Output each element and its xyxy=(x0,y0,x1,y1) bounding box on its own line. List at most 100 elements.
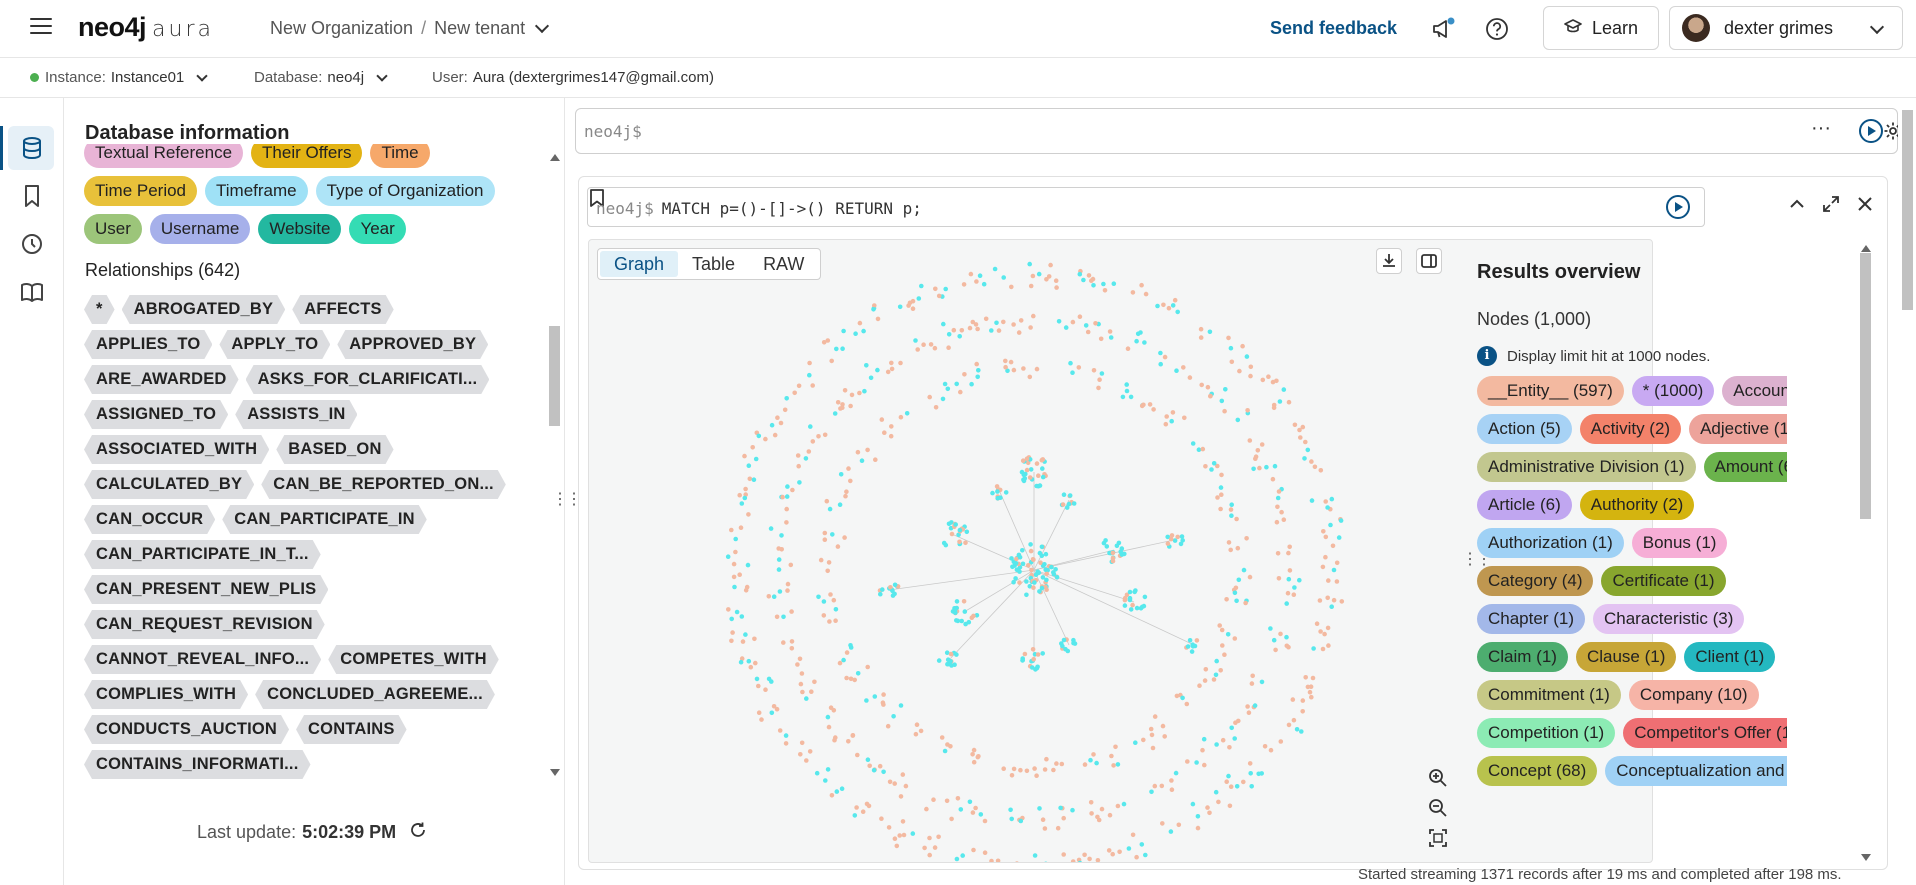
graph-node[interactable] xyxy=(1107,812,1113,818)
graph-node[interactable] xyxy=(1117,849,1122,855)
graph-node[interactable] xyxy=(849,392,855,398)
graph-node[interactable] xyxy=(978,812,984,817)
graph-node[interactable] xyxy=(859,458,865,463)
graph-node[interactable] xyxy=(1130,602,1135,608)
graph-node[interactable] xyxy=(1336,535,1342,540)
graph-node[interactable] xyxy=(810,383,815,388)
graph-node[interactable] xyxy=(1039,553,1045,559)
graph-node[interactable] xyxy=(828,592,833,597)
graph-node[interactable] xyxy=(1234,598,1239,604)
graph-node[interactable] xyxy=(989,328,994,333)
graph-node[interactable] xyxy=(891,714,896,719)
graph-node[interactable] xyxy=(746,658,752,664)
graph-node[interactable] xyxy=(946,521,952,527)
graph-node[interactable] xyxy=(1241,779,1246,785)
graph-node[interactable] xyxy=(872,694,878,699)
graph-node[interactable] xyxy=(832,411,838,416)
graph-node[interactable] xyxy=(1053,567,1058,572)
relationship-type-pill[interactable]: CANNOT_REVEAL_INFO... xyxy=(84,645,321,674)
graph-node[interactable] xyxy=(943,542,949,548)
graph-node[interactable] xyxy=(927,394,932,400)
megaphone-icon[interactable] xyxy=(1430,16,1456,42)
graph-node[interactable] xyxy=(1098,336,1104,342)
graph-node[interactable] xyxy=(1222,408,1227,414)
graph-node[interactable] xyxy=(737,572,742,577)
graph-node[interactable] xyxy=(1042,767,1048,772)
graph-node[interactable] xyxy=(1151,407,1156,412)
graph-node[interactable] xyxy=(1034,366,1040,372)
graph-node[interactable] xyxy=(871,767,877,773)
graph-node[interactable] xyxy=(1322,631,1327,637)
graph-node[interactable] xyxy=(771,594,777,599)
graph-node[interactable] xyxy=(1228,547,1233,553)
graph-node[interactable] xyxy=(809,689,814,694)
scrollbar-thumb[interactable] xyxy=(1860,253,1871,519)
relationship-type-pill[interactable]: APPLIES_TO xyxy=(84,330,212,359)
graph-node[interactable] xyxy=(1325,595,1330,601)
graph-node[interactable] xyxy=(1192,643,1198,649)
graph-node[interactable] xyxy=(1089,811,1094,816)
graph-node[interactable] xyxy=(781,640,786,645)
graph-node[interactable] xyxy=(885,369,891,375)
graph-node[interactable] xyxy=(840,402,845,407)
node-count-pill[interactable]: Bonus (1) xyxy=(1631,528,1728,558)
graph-node[interactable] xyxy=(789,609,794,614)
graph-node[interactable] xyxy=(928,342,934,347)
graph-node[interactable] xyxy=(1318,629,1323,634)
graph-node[interactable] xyxy=(1120,394,1126,400)
graph-node[interactable] xyxy=(837,502,843,508)
graph-node[interactable] xyxy=(897,304,903,310)
graph-node[interactable] xyxy=(1068,360,1073,366)
graph-node[interactable] xyxy=(1089,278,1094,283)
relationship-type-pill[interactable]: CAN_PRESENT_NEW_PLIS xyxy=(84,575,328,604)
graph-node[interactable] xyxy=(1321,529,1326,534)
graph-node[interactable] xyxy=(932,845,938,850)
node-label-pill[interactable]: Textual Reference xyxy=(84,144,244,168)
scroll-down-icon[interactable] xyxy=(550,769,560,776)
graph-node[interactable] xyxy=(1067,493,1073,498)
graph-node[interactable] xyxy=(1009,816,1014,822)
toggle-sidebar-button[interactable] xyxy=(1416,248,1442,274)
graph-node[interactable] xyxy=(1054,761,1059,766)
graph-node[interactable] xyxy=(915,347,920,352)
graph-node[interactable] xyxy=(1323,534,1329,540)
graph-node[interactable] xyxy=(784,520,789,525)
graph-node[interactable] xyxy=(1284,634,1289,640)
graph-node[interactable] xyxy=(1290,697,1296,702)
graph-node[interactable] xyxy=(865,447,870,453)
graph-node[interactable] xyxy=(1331,567,1337,573)
graph-node[interactable] xyxy=(1124,382,1129,387)
graph-node[interactable] xyxy=(1227,745,1232,750)
graph-node[interactable] xyxy=(821,599,827,604)
graph-node[interactable] xyxy=(1226,540,1232,545)
graph-node[interactable] xyxy=(1133,740,1138,745)
graph-node[interactable] xyxy=(957,334,962,339)
graph-node[interactable] xyxy=(963,621,968,627)
graph-node[interactable] xyxy=(1237,368,1242,374)
graph-node[interactable] xyxy=(913,731,919,737)
graph-node[interactable] xyxy=(1034,461,1040,466)
graph-node[interactable] xyxy=(1122,597,1128,603)
relationship-type-pill[interactable]: CAN_REQUEST_REVISION xyxy=(84,610,325,639)
graph-node[interactable] xyxy=(1030,273,1036,279)
graph-node[interactable] xyxy=(1281,387,1287,392)
node-count-pill[interactable]: Adjective (1) xyxy=(1689,414,1787,444)
graph-node[interactable] xyxy=(1030,557,1036,562)
graph-node[interactable] xyxy=(1028,467,1034,472)
graph-node[interactable] xyxy=(1320,564,1326,570)
graph-node[interactable] xyxy=(941,321,946,327)
refresh-icon[interactable] xyxy=(408,820,428,845)
graph-node[interactable] xyxy=(1110,550,1116,556)
graph-node[interactable] xyxy=(865,664,870,670)
graph-node[interactable] xyxy=(730,630,735,635)
graph-node[interactable] xyxy=(848,403,853,409)
graph-node[interactable] xyxy=(1278,631,1283,637)
graph-node[interactable] xyxy=(784,396,789,401)
graph-node[interactable] xyxy=(740,639,746,644)
graph-node[interactable] xyxy=(1284,643,1290,649)
graph-node[interactable] xyxy=(1275,504,1280,510)
graph-node[interactable] xyxy=(1187,375,1193,380)
graph-node[interactable] xyxy=(1054,575,1060,580)
graph-node[interactable] xyxy=(1054,285,1059,290)
graph-node[interactable] xyxy=(822,530,828,536)
